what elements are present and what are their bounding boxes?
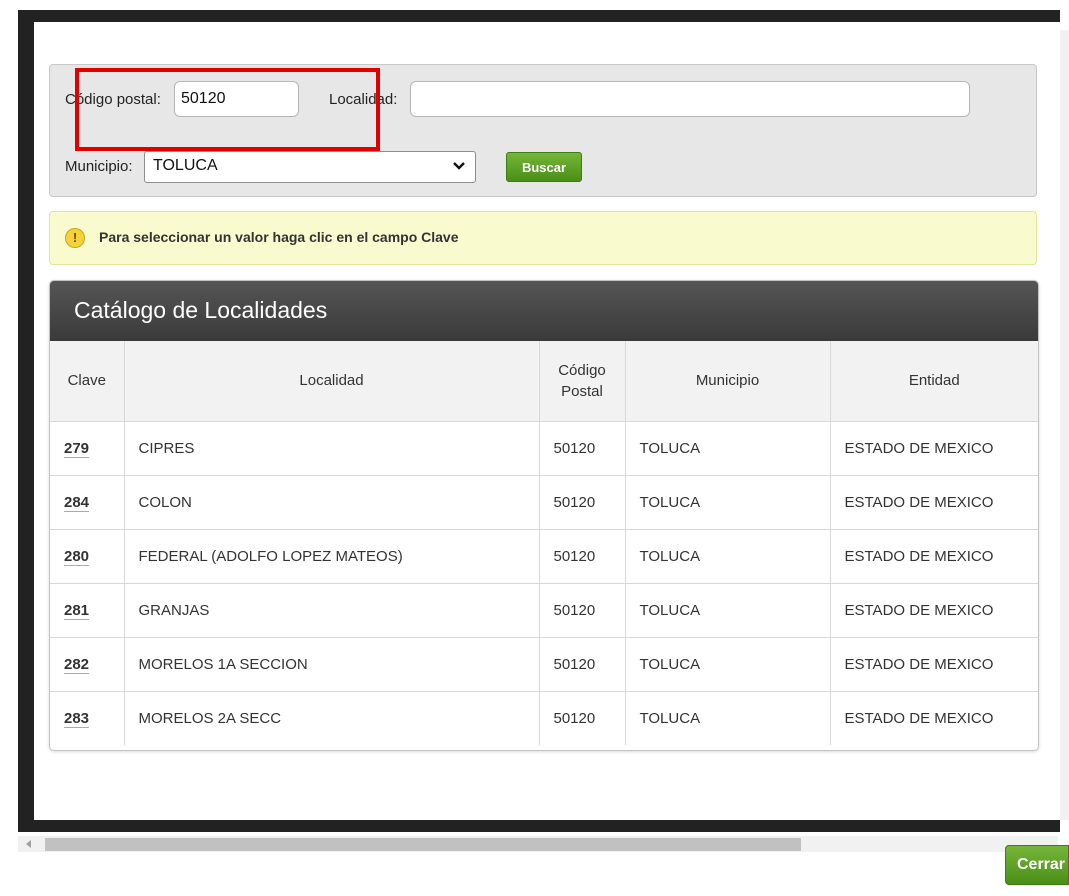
- info-message-bar: ! Para seleccionar un valor haga clic en…: [49, 211, 1037, 265]
- catalog-panel: Catálogo de Localidades Clave Localidad …: [49, 280, 1039, 751]
- municipio-cell: TOLUCA: [625, 421, 831, 476]
- localidad-label: Localidad:: [329, 91, 398, 108]
- chevron-down-icon: [453, 162, 465, 170]
- horizontal-scrollbar[interactable]: [18, 836, 1058, 852]
- entidad-cell: ESTADO DE MEXICO: [830, 637, 1038, 692]
- codigo-postal-cell: 50120: [539, 583, 626, 638]
- localidad-cell: MORELOS 2A SECC: [124, 691, 540, 745]
- entidad-cell: ESTADO DE MEXICO: [830, 475, 1038, 530]
- municipio-cell: TOLUCA: [625, 583, 831, 638]
- codigo-postal-cell: 50120: [539, 637, 626, 692]
- entidad-cell: ESTADO DE MEXICO: [830, 583, 1038, 638]
- localidad-cell: FEDERAL (ADOLFO LOPEZ MATEOS): [124, 529, 540, 584]
- frame-border-top: [18, 10, 1060, 22]
- municipio-selected-value: TOLUCA: [153, 157, 218, 174]
- localidades-table: Clave Localidad Código Postal Municipio …: [50, 341, 1038, 745]
- cerrar-button[interactable]: Cerrar: [1005, 845, 1069, 885]
- catalog-header: Catálogo de Localidades: [50, 281, 1038, 341]
- vertical-scrollbar[interactable]: [1060, 30, 1069, 820]
- clave-cell: 282: [50, 637, 125, 692]
- table-row: 281 GRANJAS 50120 TOLUCA ESTADO DE MEXIC…: [50, 583, 1038, 638]
- localidad-cell: COLON: [124, 475, 540, 530]
- table-row: 283 MORELOS 2A SECC 50120 TOLUCA ESTADO …: [50, 691, 1038, 745]
- localidad-cell: CIPRES: [124, 421, 540, 476]
- scrollbar-thumb[interactable]: [45, 838, 801, 851]
- buscar-button[interactable]: Buscar: [506, 152, 582, 182]
- codigo-postal-cell: 50120: [539, 691, 626, 745]
- clave-link[interactable]: 280: [64, 548, 89, 565]
- municipio-label: Municipio:: [65, 158, 133, 175]
- column-header-localidad: Localidad: [124, 341, 540, 422]
- frame-border-left: [18, 10, 34, 832]
- table-row: 282 MORELOS 1A SECCION 50120 TOLUCA ESTA…: [50, 637, 1038, 692]
- clave-cell: 281: [50, 583, 125, 638]
- clave-cell: 279: [50, 421, 125, 476]
- localidad-cell: GRANJAS: [124, 583, 540, 638]
- table-row: 279 CIPRES 50120 TOLUCA ESTADO DE MEXICO: [50, 421, 1038, 476]
- postal-code-input[interactable]: [174, 81, 299, 117]
- codigo-postal-cell: 50120: [539, 475, 626, 530]
- localidad-cell: MORELOS 1A SECCION: [124, 637, 540, 692]
- column-header-codigo-postal: Código Postal: [539, 341, 626, 422]
- scroll-left-arrow-icon[interactable]: [26, 840, 31, 848]
- frame-border-bottom: [18, 820, 1060, 832]
- municipio-cell: TOLUCA: [625, 475, 831, 530]
- column-header-entidad: Entidad: [830, 341, 1038, 422]
- entidad-cell: ESTADO DE MEXICO: [844, 709, 994, 727]
- table-row: 284 COLON 50120 TOLUCA ESTADO DE MEXICO: [50, 475, 1038, 530]
- municipio-cell: TOLUCA: [625, 637, 831, 692]
- search-panel: Código postal: Localidad: Municipio: TOL…: [49, 64, 1037, 197]
- clave-cell: 284: [50, 475, 125, 530]
- codigo-postal-cell: 50120: [539, 421, 626, 476]
- column-header-clave: Clave: [50, 341, 125, 422]
- warning-icon: !: [65, 228, 85, 248]
- column-header-municipio: Municipio: [625, 341, 831, 422]
- clave-cell: 280: [50, 529, 125, 584]
- clave-link[interactable]: 283: [64, 710, 89, 727]
- municipio-cell: TOLUCA: [625, 691, 831, 745]
- info-message-text: Para seleccionar un valor haga clic en e…: [99, 229, 459, 245]
- clave-link[interactable]: 281: [64, 602, 89, 619]
- entidad-cell: ESTADO DE MEXICO: [830, 529, 1038, 584]
- clave-link[interactable]: 279: [64, 440, 89, 457]
- table-row: 280 FEDERAL (ADOLFO LOPEZ MATEOS) 50120 …: [50, 529, 1038, 584]
- postal-code-label: Código postal:: [65, 91, 161, 108]
- municipio-cell: TOLUCA: [625, 529, 831, 584]
- municipio-select[interactable]: TOLUCA: [144, 151, 476, 183]
- catalog-title: Catálogo de Localidades: [74, 297, 328, 323]
- localidad-input[interactable]: [410, 81, 970, 117]
- dialog-content: Código postal: Localidad: Municipio: TOL…: [34, 22, 1060, 820]
- page: { "search": { "postal_label": "Código po…: [0, 0, 1069, 896]
- clave-link[interactable]: 284: [64, 494, 89, 511]
- entidad-cell: ESTADO DE MEXICO: [830, 421, 1038, 476]
- codigo-postal-cell: 50120: [539, 529, 626, 584]
- clave-cell: 283: [50, 691, 125, 745]
- clave-link[interactable]: 282: [64, 656, 89, 673]
- table-header-row: Clave Localidad Código Postal Municipio …: [50, 341, 1038, 422]
